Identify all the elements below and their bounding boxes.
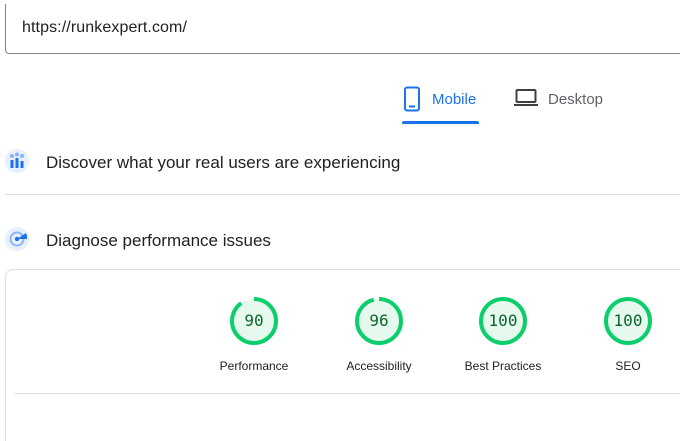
card-divider xyxy=(15,393,680,394)
gauge-score-value: 90 xyxy=(244,311,264,330)
url-input-value[interactable]: https://runkexpert.com/ xyxy=(22,19,187,37)
tab-mobile-label: Mobile xyxy=(432,91,477,108)
gauge-score-value: 100 xyxy=(488,311,518,330)
smartphone-icon xyxy=(402,86,422,112)
lab-data-section-header[interactable]: Diagnose performance issues xyxy=(0,221,680,261)
url-input[interactable]: https://runkexpert.com/ xyxy=(5,4,680,54)
tab-selected-indicator xyxy=(402,121,479,124)
pagespeed-page: https://runkexpert.com/ Mobile Desktop D… xyxy=(0,0,680,441)
laptop-icon xyxy=(514,86,538,108)
field-data-section-header[interactable]: Discover what your real users are experi… xyxy=(0,143,680,183)
gauge-seo[interactable]: 100 SEO xyxy=(580,295,676,373)
section-divider xyxy=(5,194,680,195)
gauge-score-value: 100 xyxy=(613,311,643,330)
gauge-label: Accessibility xyxy=(346,359,412,373)
gauge-best-practices[interactable]: 100 Best Practices xyxy=(455,295,551,373)
field-data-title: Discover what your real users are experi… xyxy=(46,153,401,172)
tab-desktop-label: Desktop xyxy=(548,91,604,108)
tab-mobile[interactable]: Mobile xyxy=(402,86,480,124)
gauge-label: Performance xyxy=(219,359,289,373)
tab-desktop[interactable]: Desktop xyxy=(514,86,614,124)
users-chart-icon xyxy=(5,148,29,178)
gauge-score-value: 96 xyxy=(369,311,389,330)
gauge-performance[interactable]: 90 Performance xyxy=(206,295,302,373)
lighthouse-beam-icon xyxy=(5,226,29,256)
gauge-accessibility[interactable]: 96 Accessibility xyxy=(331,295,427,373)
gauge-label: SEO xyxy=(615,359,641,373)
gauge-label: Best Practices xyxy=(464,359,542,373)
lab-data-title: Diagnose performance issues xyxy=(46,231,271,250)
